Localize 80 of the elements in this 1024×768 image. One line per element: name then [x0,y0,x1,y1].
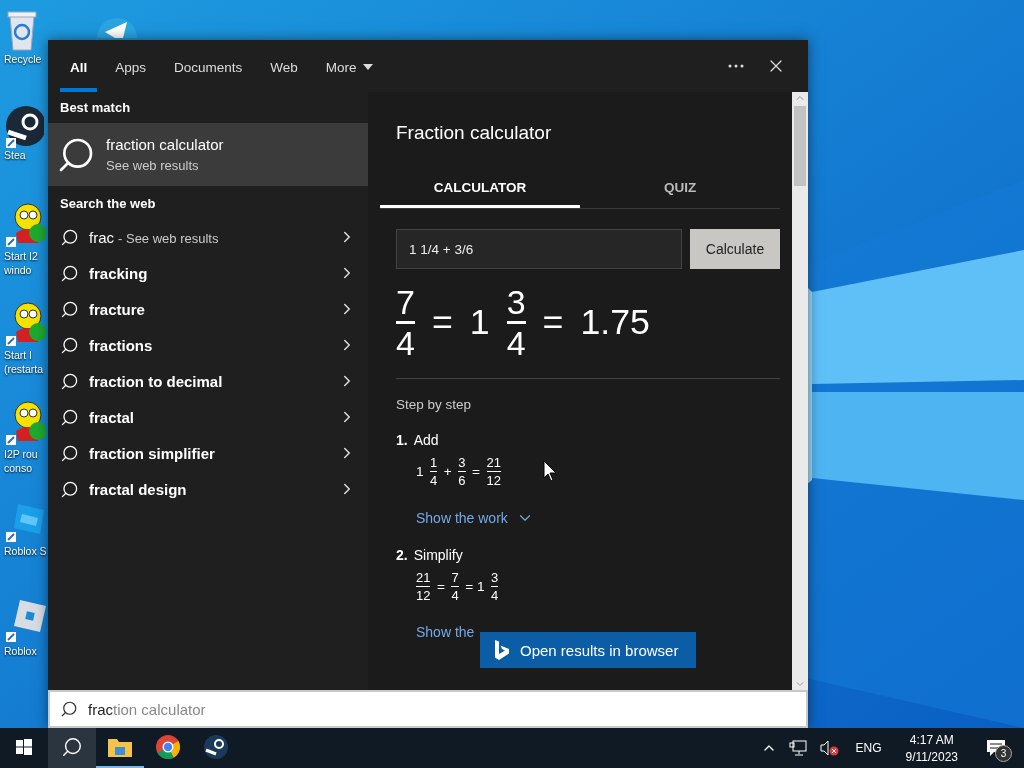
notification-button[interactable]: 3 [976,728,1016,768]
expression-field[interactable]: 1 1/4 + 3/6 [396,229,682,269]
suggestion-text: frac [89,228,114,246]
fraction-numerator: 21 [416,571,431,584]
desktop-icon-label: conso [4,461,33,475]
section-heading: Search the web [59,195,157,213]
suggestion-text: fracture [89,300,146,318]
calculator-tab[interactable]: QUIZ [580,170,780,208]
filter-tab[interactable]: Apps [105,40,157,92]
fraction-numerator: 3 [506,285,526,319]
desktop-icon-label: Recycle [4,52,42,66]
notification-count: 3 [995,745,1012,762]
suggestion-text: fraction simplifier [89,444,216,462]
filter-tab[interactable]: Web [260,40,308,92]
desktop-icon-label: (restarta [4,362,44,376]
calculator-tab[interactable]: CALCULATOR [380,170,580,208]
fraction-denominator: 4 [506,326,526,360]
math-text: = [472,464,480,479]
math-text: = [542,304,564,341]
web-suggestion[interactable]: fracture [48,291,368,327]
suggestion-text: fractal design [89,480,188,498]
desktop-icon-label: windo [4,263,32,277]
suggestion-text: fractions [89,336,154,354]
web-suggestion[interactable]: frac - See web results [48,219,368,255]
fraction-numerator: 1 [430,456,438,469]
calculate-button[interactable]: Calculate [690,229,780,269]
web-suggestion[interactable]: fraction to decimal [48,363,368,399]
desktop-icon-label: Start I [4,348,32,362]
web-suggestion[interactable]: fractal design [48,471,368,507]
math-text: = [431,304,453,341]
fraction-denominator: 4 [491,589,499,602]
best-match-subtitle: See web results [106,158,200,173]
show-work-link[interactable]: Show the [416,624,475,640]
fraction-numerator: 21 [486,456,501,469]
web-suggestion[interactable]: fractal [48,399,368,435]
math-text: = 1 [465,579,485,594]
suggestion-text: fracking [89,264,149,282]
best-match-item[interactable]: fraction calculator See web results [48,123,368,186]
desktop-icon-label: I2P rou [4,447,38,461]
fraction-denominator: 4 [396,326,415,360]
suggestion-text: fractal [89,408,136,426]
step-title: Add [413,432,439,448]
fraction-denominator: 4 [430,474,438,487]
fraction-denominator: 6 [458,474,466,487]
desktop-icon-label: Roblox [4,644,37,658]
show-work-link[interactable]: Show the work [416,509,534,527]
fraction-denominator: 12 [416,589,431,602]
fraction-numerator: 3 [491,571,499,584]
open-in-browser-button[interactable]: Open results in browser [480,632,696,668]
desktop-icon-label: Stea [4,148,26,162]
fraction-numerator: 3 [458,456,466,469]
fraction-denominator: 12 [486,474,501,487]
step-number: 1. [396,432,408,448]
desktop-icon-label: Roblox S [4,544,47,558]
card-title: Fraction calculator [395,121,553,144]
web-suggestion[interactable]: fraction simplifier [48,435,368,471]
suggestion-text: fraction to decimal [89,372,224,390]
math-text: 1 [416,464,424,479]
math-text: 1.75 [580,304,650,341]
web-suggestion[interactable]: fractions [48,327,368,363]
clock-time[interactable]: 4:17 AM [909,732,954,747]
step-number: 2. [396,547,408,563]
filter-tab[interactable]: More [315,40,383,92]
suggestion-note: - See web results [118,230,219,246]
filter-tab[interactable]: Documents [164,40,253,92]
math-text: = [436,579,445,594]
section-heading: Best match [59,99,132,117]
clock-date[interactable]: 9/11/2023 [905,749,958,764]
fraction-numerator: 7 [451,571,459,584]
fraction-numerator: 7 [396,285,415,319]
desktop-icon-label: Start I2 [4,249,38,263]
language-indicator[interactable]: ENG [849,741,888,755]
math-text: + [443,464,452,479]
fraction-denominator: 4 [451,589,459,602]
search-field[interactable]: fraction calculator [48,690,808,728]
step-title: Simplify [413,547,463,563]
math-text: 1 [469,304,490,341]
web-suggestion[interactable]: fracking [48,255,368,291]
best-match-title: fraction calculator [106,136,224,153]
steps-heading: Step by step [395,396,473,412]
